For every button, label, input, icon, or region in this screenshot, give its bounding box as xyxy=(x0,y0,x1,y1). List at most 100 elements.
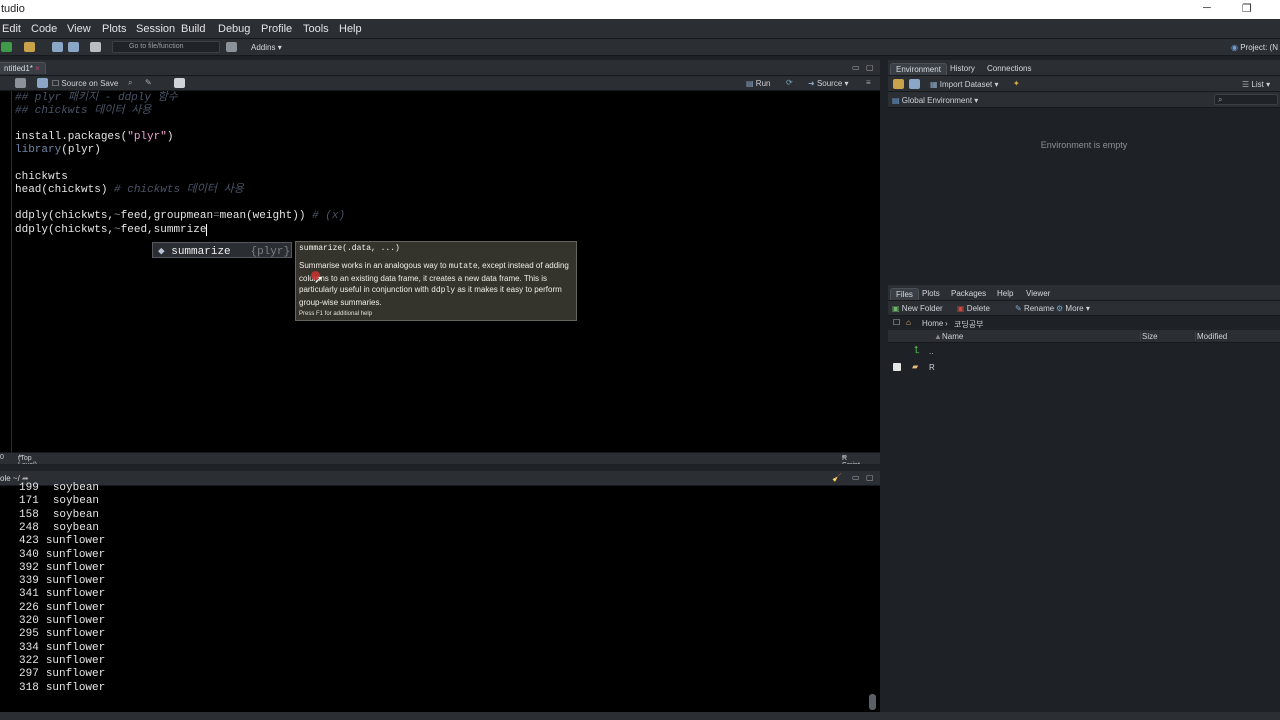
environment-search-input[interactable]: ⌕ xyxy=(1214,94,1278,105)
addins-menu[interactable]: Addins ▾ xyxy=(251,43,282,52)
print-icon[interactable] xyxy=(90,42,101,52)
code-line-7: chickwts xyxy=(15,171,68,183)
code-line-4: install.packages("plyr") xyxy=(15,131,174,143)
window-title: tudio xyxy=(1,3,25,15)
column-modified[interactable]: Modified xyxy=(1195,332,1227,341)
select-all-checkbox[interactable]: ☐ xyxy=(893,318,900,327)
minimize-icon[interactable]: ─ xyxy=(1203,2,1211,14)
tab-plots[interactable]: Plots xyxy=(917,288,945,299)
console-scrollbar[interactable] xyxy=(869,694,876,710)
console-minimize-icon[interactable]: ▭ xyxy=(852,473,860,482)
row-checkbox[interactable] xyxy=(893,363,901,371)
console-row-feed: soybean xyxy=(52,508,100,521)
tab-connections[interactable]: Connections xyxy=(982,63,1036,74)
pane-splitter[interactable] xyxy=(0,464,880,471)
autocomplete-item[interactable]: ◆ summarize {plyr} xyxy=(158,244,290,258)
wand-icon[interactable]: ✎ xyxy=(145,78,152,87)
open-file-icon[interactable] xyxy=(24,42,35,52)
broom-icon[interactable]: ✦ xyxy=(1013,79,1020,88)
menu-plots[interactable]: Plots xyxy=(102,23,126,35)
menu-view[interactable]: View xyxy=(67,23,91,35)
load-workspace-icon[interactable] xyxy=(893,79,904,89)
rename-icon: ✎ xyxy=(1015,304,1022,313)
new-file-icon[interactable] xyxy=(1,42,12,52)
console-row: 158 soybean xyxy=(19,509,99,521)
delete-button[interactable]: ▣ Delete xyxy=(957,304,990,313)
menu-debug[interactable]: Debug xyxy=(218,23,250,35)
tab-viewer[interactable]: Viewer xyxy=(1021,288,1055,299)
tab-environment[interactable]: Environment xyxy=(890,63,947,75)
minimize-pane-icon[interactable]: ▭ xyxy=(852,63,860,72)
breadcrumb-home[interactable]: Home xyxy=(922,319,943,328)
console-row: 320 sunflower xyxy=(19,615,105,627)
menu-profile[interactable]: Profile xyxy=(261,23,292,35)
import-icon: ▦ xyxy=(930,80,938,89)
source-button[interactable]: ➜ Source ▾ xyxy=(808,79,849,88)
files-tabbar: Files Plots Packages Help Viewer xyxy=(888,285,1280,301)
rerun-icon[interactable]: ⟳ xyxy=(786,78,793,87)
console-row: 340 sunflower xyxy=(19,549,105,561)
tab-packages[interactable]: Packages xyxy=(946,288,991,299)
goto-file-input[interactable]: Go to file/function xyxy=(112,41,220,53)
outline-icon[interactable]: ≡ xyxy=(866,78,871,87)
console-row: 199 soybean xyxy=(19,482,99,494)
menu-code[interactable]: Code xyxy=(31,23,57,35)
import-dataset-label: Import Dataset xyxy=(939,80,993,89)
right-pane-splitter[interactable] xyxy=(888,278,1280,285)
column-name[interactable]: Name xyxy=(942,332,963,341)
tab-history[interactable]: History xyxy=(945,63,980,74)
save-all-icon[interactable] xyxy=(68,42,79,52)
project-menu[interactable]: ◉ Project: (N xyxy=(1231,43,1278,52)
breadcrumb-current-dir[interactable]: 코딩공부 xyxy=(954,319,983,330)
rename-button[interactable]: ✎ Rename xyxy=(1015,304,1054,313)
console-row: 341 sunflower xyxy=(19,588,105,600)
console-row-feed: soybean xyxy=(52,482,100,494)
back-icon[interactable] xyxy=(15,78,26,88)
tab-untitled1[interactable]: ntitled1* × xyxy=(0,62,46,74)
code-line-2: ## chickwts 데이터 사용 xyxy=(15,105,152,117)
file-name[interactable]: .. xyxy=(929,347,933,356)
console-row: 226 sunflower xyxy=(19,602,105,614)
clear-console-icon[interactable]: 🧹 xyxy=(832,473,842,482)
env-search-icon: ⌕ xyxy=(1218,95,1223,104)
file-name[interactable]: R xyxy=(929,363,935,372)
tab-help[interactable]: Help xyxy=(992,288,1018,299)
tab-files[interactable]: Files xyxy=(890,288,919,300)
scope-selector[interactable]: (Top Level) ÷ xyxy=(18,454,37,469)
close-tab-icon[interactable]: × xyxy=(35,64,40,73)
menu-edit[interactable]: Edit xyxy=(2,23,21,35)
column-size[interactable]: Size xyxy=(1140,332,1158,341)
console-row-index: 297 xyxy=(19,668,39,681)
console-row-index: 171 xyxy=(19,495,39,508)
menu-session[interactable]: Session xyxy=(136,23,175,35)
more-button[interactable]: ⚙ More ▾ xyxy=(1056,304,1090,313)
console-maximize-icon[interactable]: ▢ xyxy=(866,473,874,482)
import-dataset-button[interactable]: ▦ Import Dataset ▾ xyxy=(930,80,999,89)
save-workspace-icon[interactable] xyxy=(909,79,920,89)
editor-toolbar: ☐ Source on Save ⌕ ✎ ▤ Run ⟳ ➜ Source ▾ … xyxy=(0,76,880,91)
menu-tools[interactable]: Tools xyxy=(303,23,329,35)
autocomplete-help-tooltip: summarize(.data, ...) Summarise works in… xyxy=(295,241,577,321)
source-on-save-toggle[interactable]: ☐ Source on Save xyxy=(52,79,118,88)
autocomplete-list[interactable]: ◆ summarize {plyr} xyxy=(152,242,292,258)
run-button[interactable]: ▤ Run xyxy=(746,79,770,88)
table-row[interactable]: ⮤ .. xyxy=(888,345,1280,359)
console-output[interactable]: 199 soybean 171 soybean 158 soybean 248 soybean… xyxy=(0,482,880,712)
maximize-pane-icon[interactable]: ▢ xyxy=(866,63,874,72)
global-environment-selector[interactable]: ▤ Global Environment ▾ xyxy=(892,96,978,105)
console-row-feed: sunflower xyxy=(45,548,106,561)
table-row[interactable]: ▰ R xyxy=(888,361,1280,375)
search-icon[interactable]: ⌕ xyxy=(128,78,132,88)
editor-save-icon[interactable] xyxy=(37,78,48,88)
grid-icon[interactable] xyxy=(226,42,237,52)
menu-help[interactable]: Help xyxy=(339,23,362,35)
save-icon[interactable] xyxy=(52,42,63,52)
restore-icon[interactable]: ❐ xyxy=(1242,2,1252,15)
new-folder-button[interactable]: ▣ New Folder xyxy=(892,304,943,313)
compile-report-icon[interactable] xyxy=(174,78,185,88)
home-icon[interactable]: ⌂ xyxy=(906,318,911,327)
vertical-splitter[interactable] xyxy=(880,60,888,720)
list-view-selector[interactable]: ☰ List ▾ xyxy=(1242,80,1270,89)
menu-build[interactable]: Build xyxy=(181,23,205,35)
file-type-selector[interactable]: R Script ÷ xyxy=(842,454,860,469)
